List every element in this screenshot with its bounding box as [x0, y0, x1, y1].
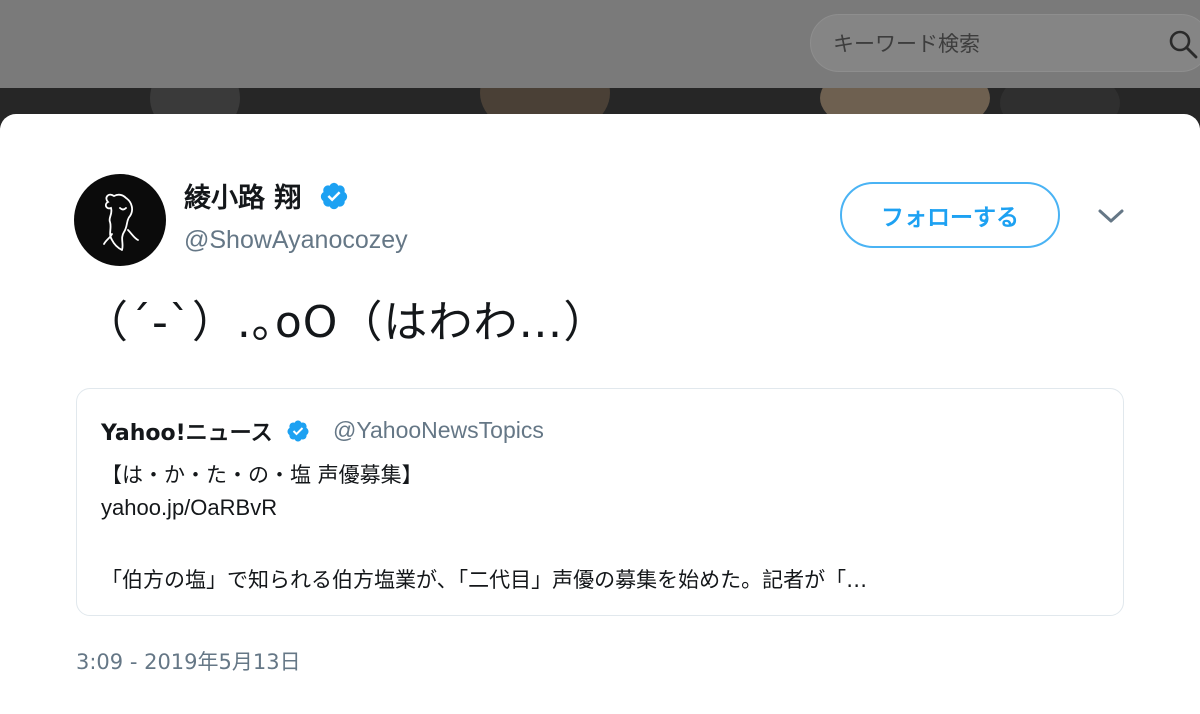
follow-button[interactable]: フォローする [840, 182, 1060, 248]
avatar-illustration [103, 193, 139, 251]
search-input[interactable] [831, 15, 1155, 73]
chevron-down-icon[interactable] [1096, 206, 1126, 226]
top-navigation-bar [0, 0, 1200, 88]
quoted-user-handle[interactable]: @YahooNewsTopics [333, 417, 544, 444]
user-handle[interactable]: @ShowAyanocozey [184, 226, 408, 255]
quoted-body-text: 「伯方の塩」で知られる伯方塩業が、「二代目」声優の募集を始めた。記者が「… [101, 568, 868, 592]
search-icon[interactable] [1167, 28, 1199, 60]
display-name[interactable]: 綾小路 翔 [184, 176, 349, 215]
quoted-display-name-text: Yahoo!ニュース [101, 421, 273, 446]
tweet-timestamp[interactable]: 3:09 - 2019年5月13日 [76, 646, 301, 676]
quoted-link[interactable]: yahoo.jp/OaRBvR [101, 495, 277, 521]
avatar[interactable] [74, 174, 166, 266]
tweet-card: 綾小路 翔 @ShowAyanocozey フォローする （´-`）.｡oO（は… [0, 114, 1200, 714]
quoted-display-name[interactable]: Yahoo!ニュース [101, 415, 310, 447]
verified-badge-icon [320, 182, 347, 210]
tweet-text: （´-`）.｡oO（はわわ…） [84, 297, 609, 348]
display-name-text: 綾小路 翔 [184, 183, 302, 214]
quoted-headline: 【は・か・た・の・塩 声優募集】 [101, 463, 423, 487]
quoted-tweet[interactable]: Yahoo!ニュース @YahooNewsTopics 【は・か・た・の・塩 声… [76, 388, 1124, 616]
verified-badge-icon [287, 420, 309, 442]
search-box[interactable] [810, 14, 1200, 73]
